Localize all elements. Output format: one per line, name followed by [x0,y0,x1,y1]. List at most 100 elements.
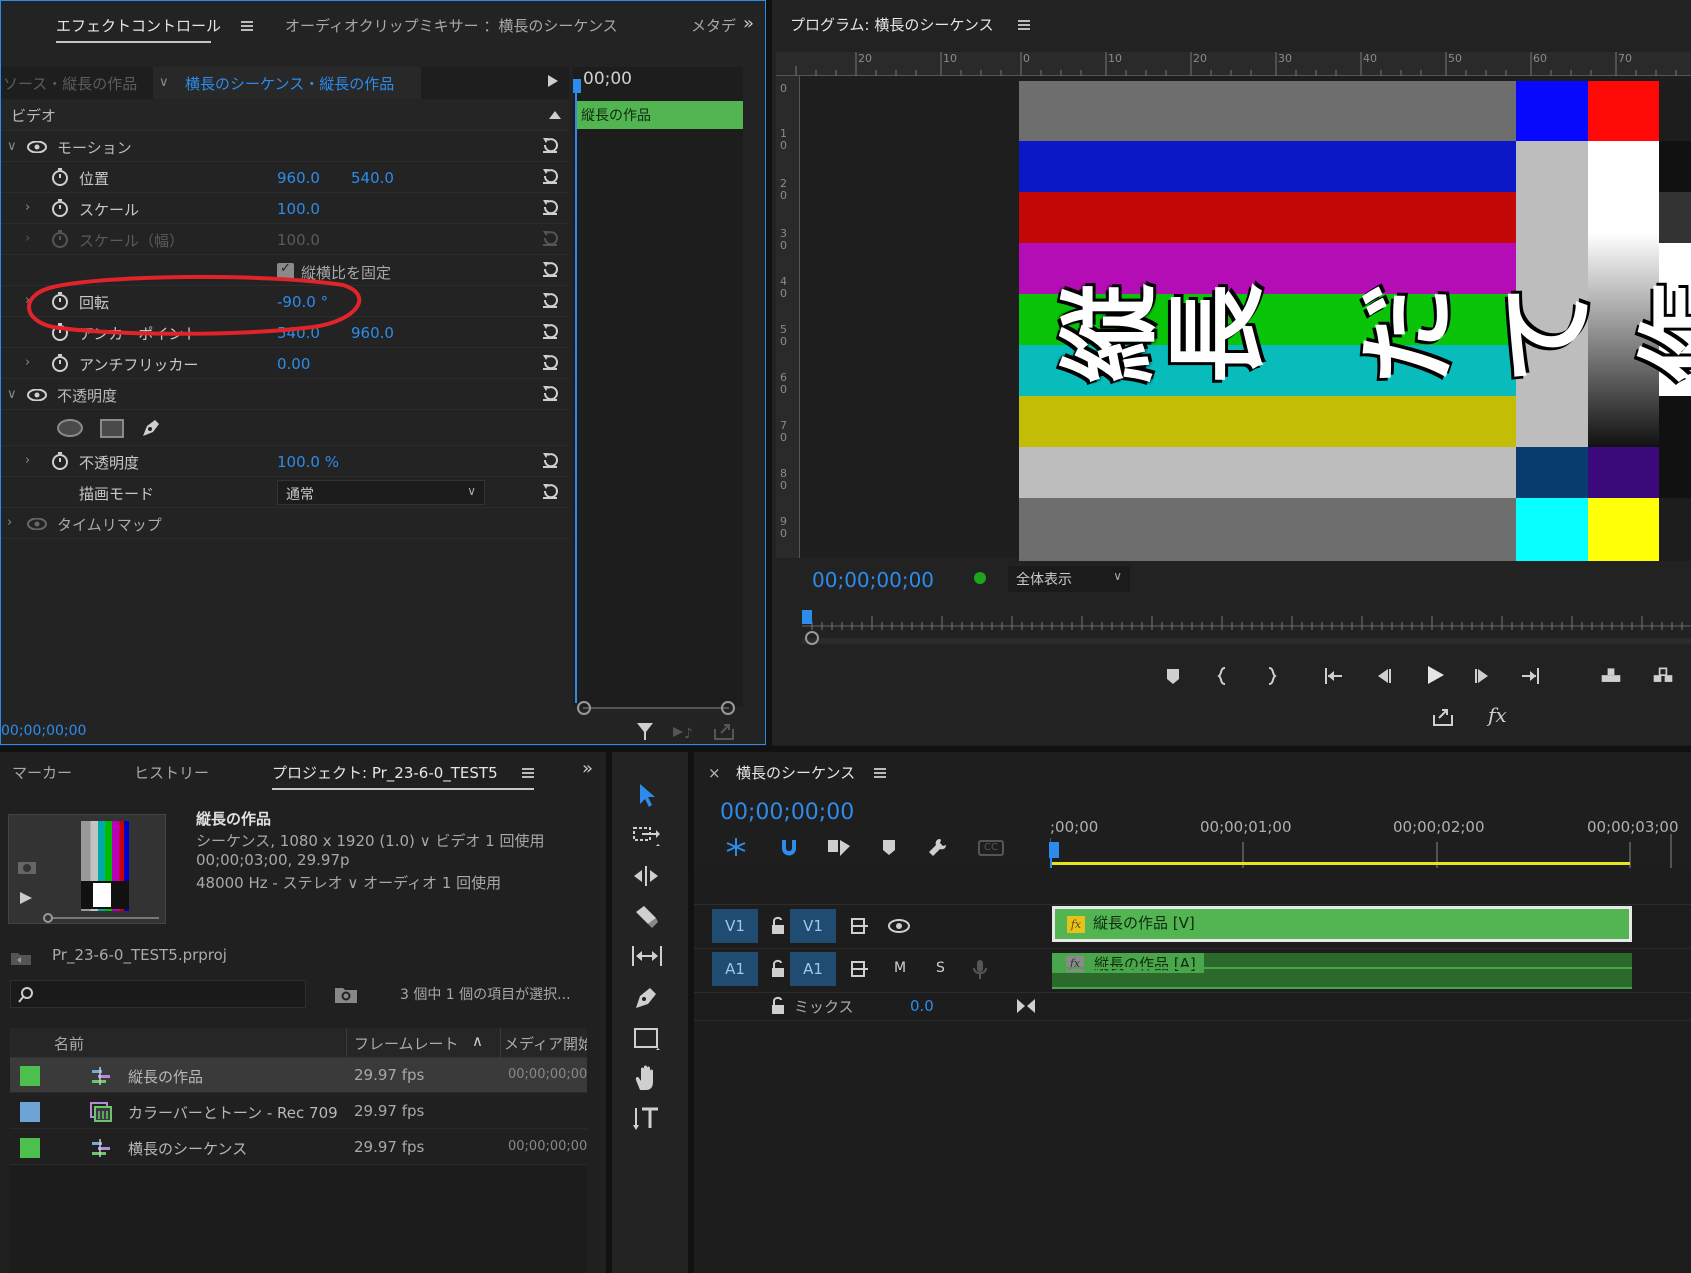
overflow-icon[interactable]: » [743,13,754,34]
tab-history[interactable]: ヒストリー [134,762,209,783]
chevron-right-icon[interactable]: › [25,200,30,215]
menu-icon[interactable] [241,21,253,31]
stopwatch-icon[interactable] [51,354,69,372]
razor-tool-icon[interactable] [632,904,662,930]
opacity-group-row[interactable]: ∨ 不透明度 [1,379,569,410]
reset-icon[interactable] [541,291,559,309]
solo-button[interactable]: S [936,960,945,976]
project-item-row[interactable]: 横長のシーケンス 29.97 fps 00;00;00;00 [10,1130,587,1165]
overflow-icon[interactable]: » [582,758,593,779]
ripple-edit-tool-icon[interactable] [632,864,662,888]
filter-icon[interactable] [635,721,655,743]
reset-icon[interactable] [541,260,559,278]
stopwatch-icon[interactable] [51,168,69,186]
stopwatch-icon[interactable] [51,452,69,470]
label-color-swatch[interactable] [20,1066,40,1086]
zoom-dropdown[interactable]: 全体表示 ∨ [1008,566,1130,592]
project-item-row[interactable]: 縦長の作品 29.97 fps 00;00;00;00 [10,1058,587,1093]
reset-icon[interactable] [541,482,559,500]
motion-group-row[interactable]: ∨ モーション [1,131,569,162]
mini-clip[interactable]: 縦長の作品 [577,101,743,129]
play-arrow-icon[interactable] [548,75,558,87]
mix-end-icon[interactable] [1016,998,1036,1014]
chevron-right-icon[interactable]: › [7,515,12,530]
chevron-right-icon[interactable]: › [25,453,30,468]
sequence-label[interactable]: 横長のシーケンス・縦長の作品 [185,73,394,94]
type-tool-icon[interactable] [632,1104,662,1134]
program-playhead[interactable] [802,610,812,624]
audio-clip[interactable]: fx 縦長の作品 [A] [1052,953,1632,989]
export-icon[interactable] [713,721,735,741]
position-x-value[interactable]: 960.0 [277,169,320,187]
menu-icon[interactable] [874,768,886,778]
chevron-right-icon[interactable]: › [25,231,30,246]
sync-lock-icon[interactable] [850,960,870,978]
fx-icon[interactable]: fx [1488,703,1507,727]
project-item-row[interactable]: カラーバーとトーン - Rec 709 29.97 fps [10,1094,587,1129]
column-frame-rate[interactable]: フレームレート [354,1033,459,1054]
mini-playhead-handle[interactable] [573,79,581,93]
eye-icon[interactable] [27,141,47,153]
item-name[interactable]: 縦長の作品 [128,1066,203,1087]
tab-audio-clip-mixer[interactable]: オーディオクリップミキサー ：横長のシーケンス [285,15,618,36]
camera-icon[interactable] [17,859,37,875]
reset-icon[interactable] [541,322,559,340]
time-remap-row[interactable]: › タイムリマップ [1,508,569,539]
go-to-in-icon[interactable] [1322,665,1344,687]
timeline-title[interactable]: 横長のシーケンス [736,762,855,783]
loop-audio-icon[interactable]: ♪ [671,723,695,741]
clip-thumbnail[interactable] [8,814,166,924]
fx-badge-icon[interactable]: fx [1067,916,1085,933]
folder-up-icon[interactable] [10,950,32,966]
mark-out-icon[interactable] [1260,665,1282,687]
a1-source-patch[interactable]: A1 [712,952,758,986]
timeline-ruler[interactable]: ;00;00 00;00;01;00 00;00;02;00 00;00;03;… [1050,818,1691,868]
mini-timeline[interactable] [573,67,743,707]
timeline-playhead-handle[interactable] [1049,842,1059,858]
play-icon[interactable] [1424,664,1446,686]
selection-tool-icon[interactable] [634,782,660,808]
microphone-icon[interactable] [972,958,988,980]
scale-value[interactable]: 100.0 [277,200,320,218]
chevron-right-icon[interactable]: › [25,355,30,370]
pen-tool-icon[interactable] [632,984,660,1012]
export-frame-icon[interactable] [1432,705,1454,727]
reset-icon[interactable] [541,384,559,402]
program-scrubber[interactable] [802,608,1691,648]
lock-icon[interactable] [770,996,786,1016]
mark-in-icon[interactable] [1212,665,1234,687]
tab-markers[interactable]: マーカー [12,762,72,783]
program-timecode[interactable]: 00;00;00;00 [812,568,934,592]
reset-icon[interactable] [541,167,559,185]
menu-icon[interactable] [522,768,534,778]
item-name[interactable]: 横長のシーケンス [128,1138,247,1159]
collapse-arrow-icon[interactable] [549,111,561,119]
add-marker-icon[interactable] [1162,665,1184,687]
extract-icon[interactable] [1652,665,1674,687]
pen-mask-icon[interactable] [139,416,163,440]
chevron-expanded-icon[interactable]: ∨ [7,387,17,402]
track-select-tool-icon[interactable] [632,824,662,848]
a1-track-target[interactable]: A1 [790,952,836,986]
search-input[interactable] [10,980,306,1008]
column-media-start[interactable]: メディア開始 [504,1033,587,1054]
lift-icon[interactable] [1600,665,1622,687]
menu-icon[interactable] [1018,20,1030,30]
column-name[interactable]: 名前 [54,1033,84,1054]
chevron-expanded-icon[interactable]: ∨ [7,139,17,154]
effect-controls-timecode[interactable]: 00;00;00;00 [1,723,86,739]
item-name[interactable]: カラーバーとトーン - Rec 709 [128,1102,344,1123]
find-bin-icon[interactable] [334,984,358,1004]
stopwatch-icon[interactable] [51,199,69,217]
step-forward-icon[interactable] [1472,665,1494,687]
chevron-down-icon[interactable]: ∨ [159,75,169,90]
sort-ascending-icon[interactable]: ∧ [472,1032,483,1050]
hand-tool-icon[interactable] [632,1064,662,1094]
ellipse-mask-icon[interactable] [57,419,83,437]
timeline-timecode[interactable]: 00;00;00;00 [720,800,854,825]
snap-icon[interactable] [778,836,800,858]
lock-icon[interactable] [770,916,786,936]
sync-lock-icon[interactable] [850,917,870,935]
blend-mode-dropdown[interactable]: 通常 ∨ [277,480,485,505]
label-color-swatch[interactable] [20,1138,40,1158]
